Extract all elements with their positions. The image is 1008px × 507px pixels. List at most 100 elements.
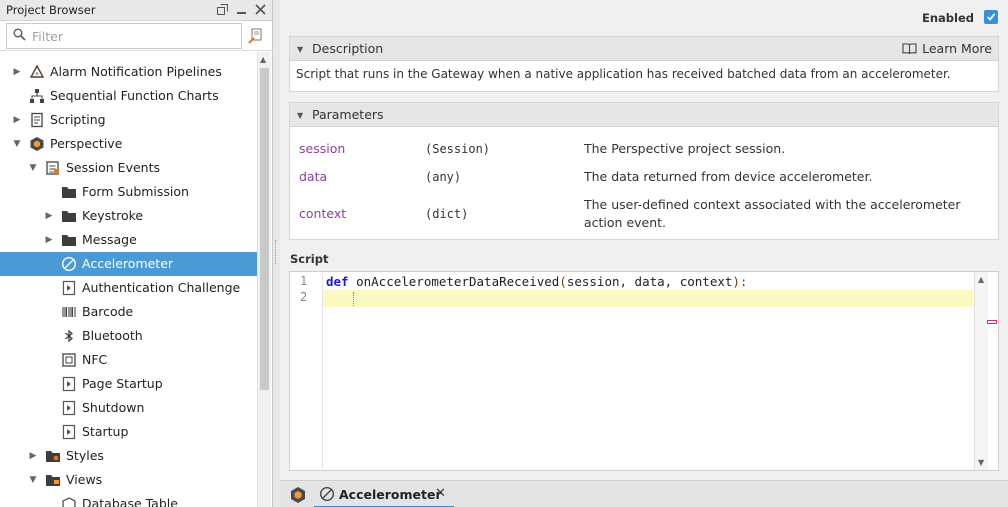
tree-item[interactable]: ▶ Styles [0,444,257,468]
code-paren-open: ( [559,274,567,289]
event-script-icon [61,280,77,296]
tree-scrollbar-thumb[interactable] [260,68,269,390]
collapse-caret-icon[interactable]: ▼ [297,111,303,120]
perspective-home-icon[interactable] [289,486,307,504]
tree-scrollbar[interactable]: ▲ [257,52,271,507]
expand-arrow-right-icon[interactable]: ▶ [12,67,22,77]
param-desc: The data returned from device accelerome… [584,169,873,184]
tree-item[interactable]: Accelerometer [0,252,257,276]
filter-options-icon[interactable] [248,28,264,44]
learn-more-link[interactable]: Learn More [902,41,992,56]
script-label: Script [290,252,329,266]
description-text: Script that runs in the Gateway when a n… [296,67,951,81]
expand-arrow-right-icon[interactable]: ▶ [12,115,22,125]
enabled-label: Enabled [921,11,974,25]
tab-label: Accelerometer [339,487,442,502]
code-keyword: def [326,274,349,289]
text-caret [353,292,354,306]
expand-arrow-right-icon[interactable]: ▶ [44,235,54,245]
tree-item[interactable]: ▶ Message [0,228,257,252]
tree-item[interactable]: Database Table [0,492,257,507]
search-icon [13,28,26,44]
folder-icon [61,232,77,248]
editor-scrollbar[interactable]: ▲ ▼ [974,272,988,470]
tree-item-label: Accelerometer [82,256,174,271]
accelerometer-icon [319,486,335,502]
event-script-icon [61,400,77,416]
tree-item[interactable]: ▶ Scripting [0,108,257,132]
tree-item[interactable]: ▼ Session Events [0,156,257,180]
filter-input[interactable] [32,28,222,44]
book-icon [902,43,917,55]
accelerometer-icon [61,256,77,272]
float-panel-icon[interactable] [215,2,230,17]
tree-item[interactable]: Page Startup [0,372,257,396]
tree-item[interactable]: ▼ Perspective [0,132,257,156]
close-icon[interactable]: ✕ [435,486,446,501]
project-browser-panel: Project Browser ▶ Alarm Notification Pipe… [0,0,273,507]
error-marker[interactable] [987,320,997,324]
param-type: (dict) [425,207,469,221]
script-icon [29,112,45,128]
learn-more-label: Learn More [922,41,992,56]
tree-item-label: Page Startup [82,376,163,391]
expand-arrow-down-icon[interactable]: ▼ [28,475,38,485]
collapse-caret-icon[interactable]: ▼ [297,45,303,54]
sfc-icon [29,88,45,104]
tree-item[interactable]: Sequential Function Charts [0,84,257,108]
filter-box[interactable] [6,23,242,49]
panel-splitter[interactable] [273,0,280,507]
project-browser-title: Project Browser [6,3,96,17]
param-type: (any) [425,170,462,184]
tree-item[interactable]: Authentication Challenge [0,276,257,300]
code-arguments: session, data, context [566,274,733,289]
folder-icon [61,184,77,200]
minimize-panel-icon[interactable] [234,2,249,17]
expand-arrow-down-icon[interactable]: ▼ [28,163,38,173]
tree-item[interactable]: Startup [0,420,257,444]
code-function-name: onAccelerometerDataReceived [348,274,560,289]
event-script-icon [61,424,77,440]
expand-arrow-right-icon[interactable]: ▶ [44,211,54,221]
tree-item-label: Session Events [66,160,160,175]
tree-item[interactable]: Bluetooth [0,324,257,348]
tab-accelerometer[interactable]: Accelerometer ✕ [314,481,454,507]
tree-item-label: Authentication Challenge [82,280,241,295]
tree-item-label: Keystroke [82,208,144,223]
enabled-checkbox[interactable] [984,10,998,24]
scroll-up-icon[interactable]: ▲ [978,275,984,284]
tree-item[interactable]: Barcode [0,300,257,324]
tree-item[interactable]: ▶ Alarm Notification Pipelines [0,60,257,84]
param-name: data [299,169,328,184]
checkmark-icon [986,13,996,21]
tree-item-label: Sequential Function Charts [50,88,219,103]
code-area[interactable]: def onAccelerometerDataReceived(session,… [323,272,973,470]
tree-item[interactable]: ▼ Views [0,468,257,492]
current-line-highlight [323,290,973,307]
code-editor[interactable]: 1 2 def onAccelerometerDataReceived(sess… [289,271,999,471]
description-header[interactable]: ▼ Description Learn More [290,37,998,61]
tree-item-label: Barcode [82,304,134,319]
tree-item-label: Alarm Notification Pipelines [50,64,222,79]
code-line: def onAccelerometerDataReceived(session,… [326,274,747,289]
project-browser-header: Project Browser [0,0,272,21]
expand-arrow-right-icon[interactable]: ▶ [28,451,38,461]
folder-icon [61,208,77,224]
scroll-down-icon[interactable]: ▼ [978,458,984,467]
tree-item[interactable]: NFC [0,348,257,372]
view-icon [61,496,77,507]
tree-item-label: Message [82,232,137,247]
tree-item[interactable]: Form Submission [0,180,257,204]
barcode-icon [61,304,77,320]
parameters-section: ▼ Parameters session (Session) The Persp… [289,102,999,240]
tree-item-label: Form Submission [82,184,189,199]
tree-item[interactable]: ▶ Keystroke [0,204,257,228]
expand-arrow-down-icon[interactable]: ▼ [12,139,22,149]
scroll-up-icon[interactable]: ▲ [260,55,266,64]
parameters-header[interactable]: ▼ Parameters [290,103,998,127]
tree-item[interactable]: Shutdown [0,396,257,420]
styles-icon [45,448,61,464]
views-icon [45,472,61,488]
tree-item-label: Perspective [50,136,123,151]
close-panel-icon[interactable] [253,2,268,17]
